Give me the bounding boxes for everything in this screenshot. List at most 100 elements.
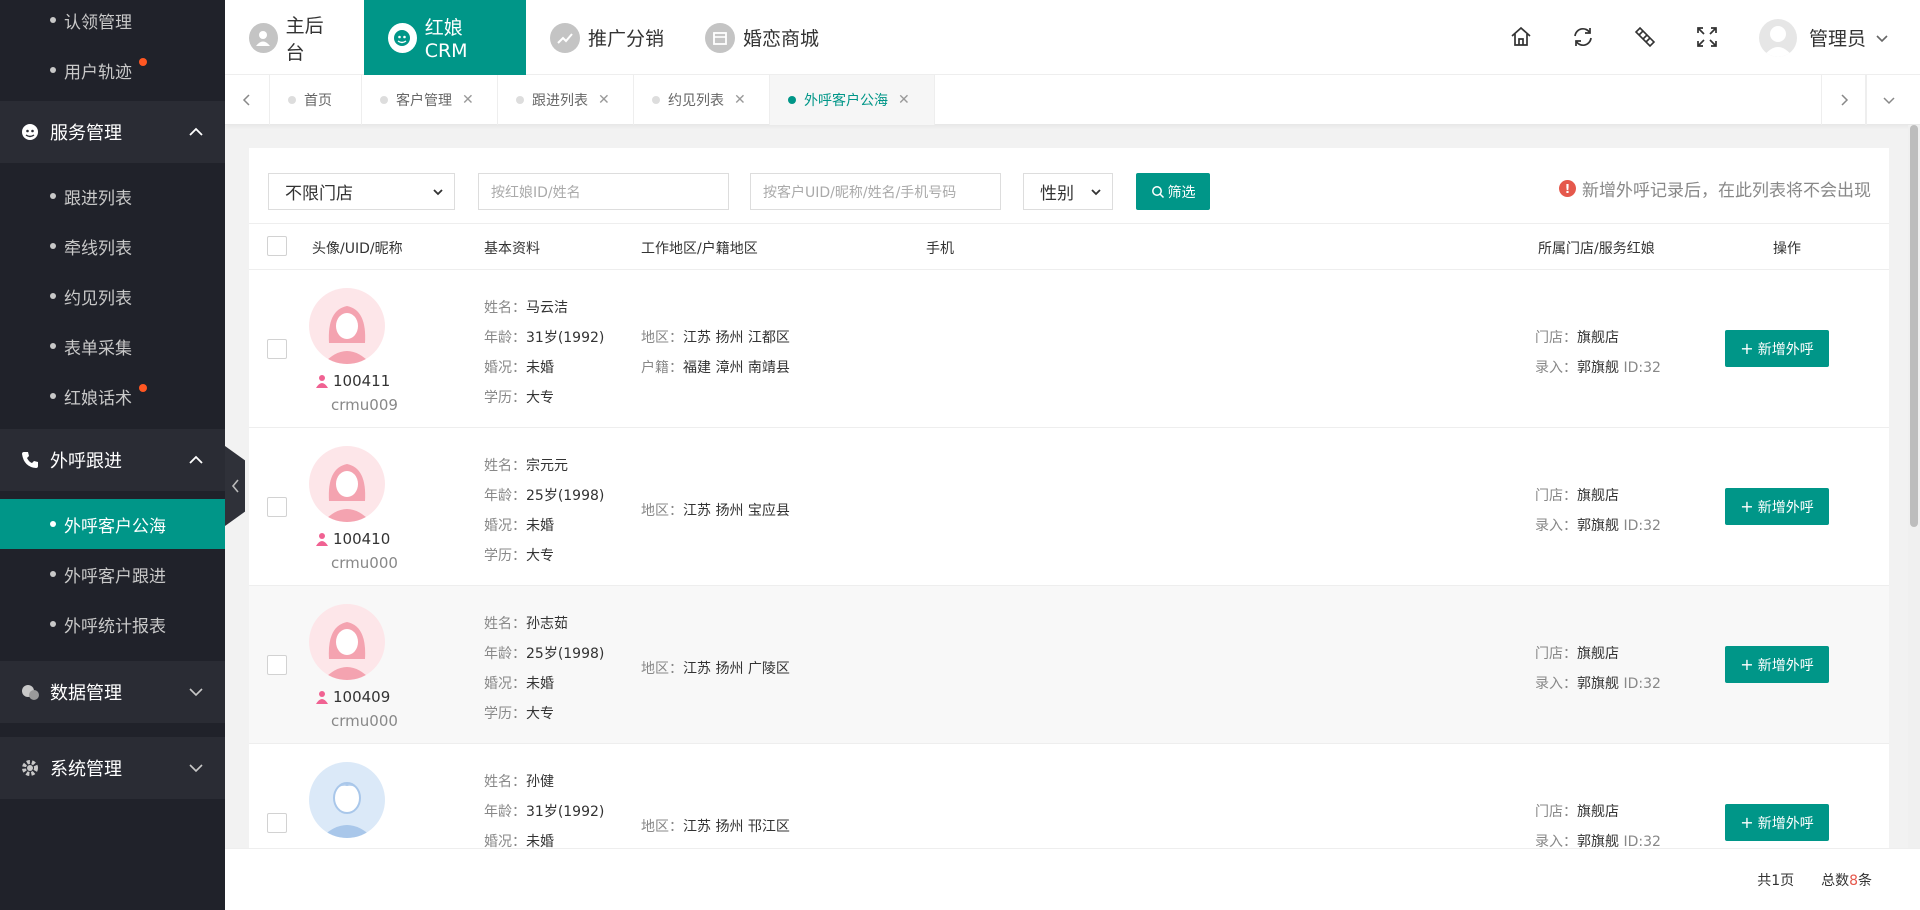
- region-info: 地区：江苏 扬州 江都区 户籍：福建 漳州 南靖县: [641, 330, 790, 376]
- sidebar-item-meeting-list[interactable]: 约见列表: [0, 271, 225, 321]
- sidebar-item-scripts[interactable]: 红娘话术: [0, 371, 225, 421]
- home-icon[interactable]: [1508, 24, 1534, 50]
- tabs-scroll-left[interactable]: [225, 75, 270, 125]
- row-checkbox[interactable]: [267, 497, 287, 517]
- top-header: 主后台 红娘CRM 推广分销 婚恋商城 管理员: [225, 0, 1920, 75]
- tab-dot-icon: [516, 96, 524, 104]
- chevron-down-icon: [189, 764, 203, 773]
- notification-badge: [139, 384, 147, 392]
- bullet-icon: [50, 243, 56, 249]
- user-menu[interactable]: 管理员: [1758, 0, 1890, 75]
- customer-uid: 100409: [315, 688, 390, 706]
- tabs-menu[interactable]: [1866, 75, 1911, 125]
- row-checkbox[interactable]: [267, 339, 287, 359]
- avatar-male: [309, 762, 385, 838]
- col-action: 操作: [1773, 241, 1801, 257]
- basic-info: 姓名：马云洁 年龄：31岁(1992) 婚况：未婚 学历：大专: [484, 300, 605, 406]
- matchmaker-search-input[interactable]: 按红娘ID/姓名: [478, 173, 729, 210]
- pagination-info: 共1页 总数8条: [1757, 873, 1872, 889]
- tab-followup-list[interactable]: 跟进列表 ✕: [498, 75, 634, 125]
- add-outbound-button[interactable]: + 新增外呼: [1725, 488, 1829, 525]
- add-outbound-button[interactable]: + 新增外呼: [1725, 804, 1829, 841]
- tab-dot-icon: [288, 96, 296, 104]
- region-info: 地区：江苏 扬州 广陵区: [641, 661, 790, 677]
- sidebar-item-claim[interactable]: 认领管理: [0, 0, 225, 45]
- tab-home[interactable]: 首页: [270, 75, 362, 125]
- row-checkbox[interactable]: [267, 813, 287, 833]
- sidebar-item-match-list[interactable]: 牵线列表: [0, 221, 225, 271]
- content-card: 不限门店 按红娘ID/姓名 按客户UID/昵称/姓名/手机号码 性别 筛选 ! …: [249, 148, 1889, 848]
- sidebar-item-form-collect[interactable]: 表单采集: [0, 321, 225, 371]
- nav-mall[interactable]: 婚恋商城: [681, 0, 843, 75]
- chevron-left-icon: [242, 94, 250, 106]
- nav-main-backend[interactable]: 主后台: [225, 0, 364, 75]
- sidebar-item-user-track[interactable]: 用户轨迹: [0, 45, 225, 95]
- bullet-icon: [50, 571, 56, 577]
- customer-nickname: crmu009: [331, 396, 398, 414]
- gender-select[interactable]: 性别: [1023, 173, 1113, 210]
- tab-outbound-pool[interactable]: 外呼客户公海 ✕: [770, 75, 935, 125]
- avatar-female: [309, 288, 385, 364]
- customer-search-input[interactable]: 按客户UID/昵称/姓名/手机号码: [750, 173, 1001, 210]
- plus-icon: +: [1740, 339, 1754, 358]
- row-checkbox[interactable]: [267, 655, 287, 675]
- warning-icon: !: [1559, 180, 1576, 197]
- tab-meeting-list[interactable]: 约见列表 ✕: [634, 75, 770, 125]
- pagination-footer: 共1页 总数8条: [225, 848, 1920, 910]
- sidebar-item-outbound-pool[interactable]: 外呼客户公海: [0, 499, 225, 549]
- scrollbar-thumb[interactable]: [1910, 125, 1918, 527]
- sidebar-item-outbound-followup[interactable]: 外呼客户跟进: [0, 549, 225, 599]
- bullet-icon: [50, 293, 56, 299]
- content-scrollbar[interactable]: [1908, 125, 1920, 848]
- notification-badge: [139, 58, 147, 66]
- add-outbound-button[interactable]: + 新增外呼: [1725, 330, 1829, 367]
- close-icon[interactable]: ✕: [462, 92, 474, 108]
- col-region: 工作地区/户籍地区: [641, 241, 758, 257]
- basic-info: 姓名：宗元元 年龄：25岁(1998) 婚况：未婚 学历：大专: [484, 458, 605, 564]
- data-icon: [20, 682, 40, 702]
- page-tabs-bar: 首页 客户管理 ✕ 跟进列表 ✕ 约见列表 ✕ 外呼客户公海 ✕: [225, 75, 1920, 125]
- tabs-scroll-right[interactable]: [1821, 75, 1866, 125]
- tab-customer-manage[interactable]: 客户管理 ✕: [362, 75, 498, 125]
- sidebar-service-items: 跟进列表 牵线列表 约见列表 表单采集 红娘话术: [0, 163, 225, 429]
- refresh-icon[interactable]: [1570, 24, 1596, 50]
- store-info: 门店：旗舰店 录入：郭旗舰 ID:32: [1535, 804, 1661, 848]
- add-outbound-button[interactable]: + 新增外呼: [1725, 646, 1829, 683]
- table-row: 100411 crmu009 姓名：马云洁 年龄：31岁(1992) 婚况：未婚…: [249, 270, 1889, 428]
- phone-icon: [20, 450, 40, 470]
- chevron-right-icon: [1840, 94, 1848, 106]
- filter-button[interactable]: 筛选: [1136, 173, 1210, 210]
- close-icon[interactable]: ✕: [598, 92, 610, 108]
- sidebar-group-outbound[interactable]: 外呼跟进: [0, 429, 225, 491]
- chevron-up-icon: [189, 455, 203, 464]
- basic-info: 姓名：孙健 年龄：31岁(1992) 婚况：未婚: [484, 774, 605, 848]
- chevron-down-icon: [1883, 97, 1895, 105]
- sidebar-group-system[interactable]: 系统管理: [0, 737, 225, 799]
- sidebar-item-outbound-report[interactable]: 外呼统计报表: [0, 599, 225, 649]
- sidebar-outbound-items: 外呼客户公海 外呼客户跟进 外呼统计报表: [0, 491, 225, 657]
- sidebar-item-followup-list[interactable]: 跟进列表: [0, 171, 225, 221]
- nav-crm[interactable]: 红娘CRM: [364, 0, 526, 75]
- sidebar-top-items: 认领管理 用户轨迹: [0, 0, 225, 101]
- select-all-checkbox[interactable]: [267, 236, 287, 256]
- nav-promotion[interactable]: 推广分销: [526, 0, 688, 75]
- col-phone: 手机: [926, 241, 954, 257]
- clear-cache-icon[interactable]: [1632, 24, 1658, 50]
- store-select[interactable]: 不限门店: [268, 173, 455, 210]
- bullet-icon: [50, 67, 56, 73]
- close-icon[interactable]: ✕: [734, 92, 746, 108]
- close-icon[interactable]: ✕: [898, 92, 910, 108]
- avatar: [1758, 18, 1797, 57]
- tab-dot-icon: [380, 96, 388, 104]
- fullscreen-icon[interactable]: [1694, 24, 1720, 50]
- chevron-down-icon: [189, 688, 203, 697]
- sidebar-group-service[interactable]: 服务管理: [0, 101, 225, 163]
- sidebar-collapse-handle[interactable]: [225, 446, 245, 526]
- sidebar-group-data[interactable]: 数据管理: [0, 661, 225, 723]
- store-info: 门店：旗舰店 录入：郭旗舰 ID:32: [1535, 330, 1661, 376]
- chevron-down-icon: [1876, 34, 1888, 42]
- home-avatar-icon: [249, 22, 278, 53]
- store-info: 门店：旗舰店 录入：郭旗舰 ID:32: [1535, 646, 1661, 692]
- female-icon: [316, 691, 328, 704]
- customer-nickname: crmu000: [331, 554, 398, 572]
